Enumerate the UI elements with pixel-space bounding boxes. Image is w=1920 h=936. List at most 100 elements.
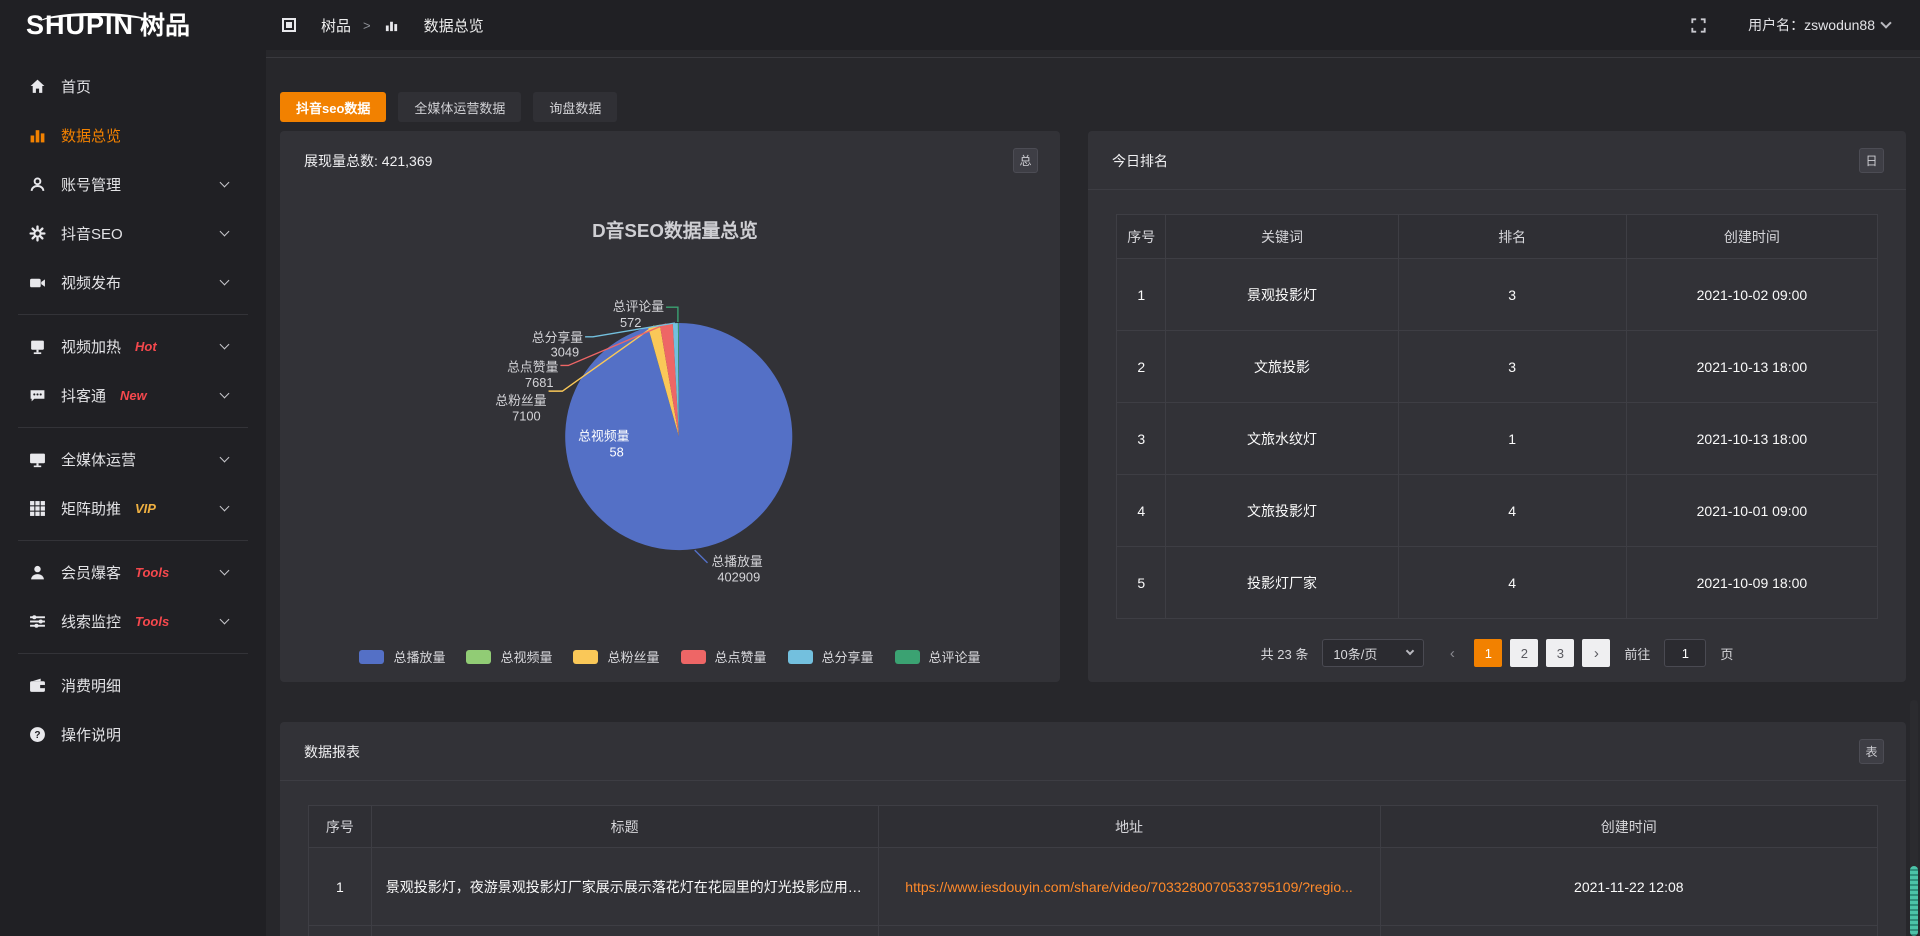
- legend-item[interactable]: 总视频量: [466, 647, 552, 666]
- sidebar-item-douyin-seo[interactable]: 抖音SEO: [0, 209, 266, 258]
- svg-text:总评论量: 总评论量: [613, 299, 664, 314]
- today-ranking-panel: 今日排名 日 序号 关键词 排名 创建时间 1景观投影灯32021-10-02 …: [1088, 131, 1906, 682]
- tab-media-ops-data[interactable]: 全媒体运营数据: [398, 92, 521, 122]
- fullscreen-icon[interactable]: [1689, 16, 1707, 34]
- sidebar-item-home[interactable]: 首页: [0, 62, 266, 111]
- user-menu[interactable]: 用户名：zswodun88: [1748, 15, 1890, 35]
- chart-legend: 总播放量 总视频量 总粉丝量 总点赞量 总分享量 总评论量: [280, 647, 1060, 666]
- ranking-table: 序号 关键词 排名 创建时间 1景观投影灯32021-10-02 09:00 2…: [1116, 214, 1878, 619]
- panel-divider: [1088, 189, 1906, 190]
- user-icon: [28, 176, 46, 194]
- sidebar-item-help[interactable]: ? 操作说明: [0, 710, 266, 759]
- chevron-down-icon: [220, 389, 230, 399]
- goto-page-input[interactable]: [1664, 639, 1706, 667]
- chevron-down-icon: [220, 178, 230, 188]
- breadcrumb-current[interactable]: 数据总览: [424, 15, 484, 36]
- goto-suffix: 页: [1720, 644, 1733, 663]
- table-header-row: 序号 关键词 排名 创建时间: [1117, 215, 1878, 259]
- scrollbar-track[interactable]: [1910, 700, 1918, 936]
- grid-icon: [28, 500, 46, 518]
- page-size-select[interactable]: 10条/页: [1322, 639, 1424, 667]
- legend-swatch: [788, 650, 813, 664]
- breadcrumb-root[interactable]: 树品: [321, 15, 351, 36]
- breadcrumb: 树品 > 数据总览: [280, 15, 484, 36]
- sidebar-divider: [18, 653, 248, 654]
- pagination: 共 23 条 10条/页 ‹ 1 2 3 › 前往 页: [1088, 639, 1906, 667]
- goto-label: 前往: [1624, 644, 1650, 663]
- next-page-button[interactable]: ›: [1582, 639, 1610, 667]
- chevron-down-icon: [220, 227, 230, 237]
- report-table: 序号 标题 地址 创建时间 1 景观投影灯，夜游景观投影灯厂家展示展示落花灯在花…: [308, 805, 1878, 936]
- tools-badge: Tools: [135, 565, 169, 580]
- svg-text:?: ?: [34, 730, 40, 741]
- prev-page-button[interactable]: ‹: [1438, 639, 1466, 667]
- sliders-icon: [28, 613, 46, 631]
- pie-chart[interactable]: D音SEO数据量总览总播放量402909总视频量58总粉丝量7100总点赞量76…: [280, 175, 1060, 627]
- tab-inquiry-data[interactable]: 询盘数据: [533, 92, 617, 122]
- sidebar-divider: [18, 427, 248, 428]
- chevron-down-icon: [1880, 17, 1891, 28]
- sidebar-item-matrix-boost[interactable]: 矩阵助推 VIP: [0, 484, 266, 533]
- sidebar-divider: [18, 540, 248, 541]
- app-square-icon: [280, 16, 298, 34]
- tools-badge: Tools: [135, 614, 169, 629]
- page-button-3[interactable]: 3: [1546, 639, 1574, 667]
- legend-swatch: [573, 650, 598, 664]
- sidebar-item-media-ops[interactable]: 全媒体运营: [0, 435, 266, 484]
- sidebar-item-consumption[interactable]: 消费明细: [0, 661, 266, 710]
- day-toggle-button[interactable]: 日: [1859, 148, 1884, 173]
- svg-text:3049: 3049: [551, 345, 580, 360]
- chevron-down-icon: [220, 566, 230, 576]
- svg-text:总视频量: 总视频量: [578, 428, 629, 443]
- tab-douyin-seo[interactable]: 抖音seo数据: [280, 92, 386, 122]
- table-row: [309, 926, 1878, 936]
- legend-item[interactable]: 总评论量: [895, 647, 981, 666]
- legend-item[interactable]: 总播放量: [359, 647, 445, 666]
- sidebar-item-member-burst[interactable]: 会员爆客 Tools: [0, 548, 266, 597]
- breadcrumb-separator: >: [363, 18, 371, 33]
- table-header-row: 序号 标题 地址 创建时间: [309, 806, 1878, 848]
- legend-swatch: [466, 650, 491, 664]
- sidebar-item-data-overview[interactable]: 数据总览: [0, 111, 266, 160]
- sidebar-item-video-publish[interactable]: 视频发布: [0, 258, 266, 307]
- legend-swatch: [359, 650, 384, 664]
- sidebar-item-doukingtong[interactable]: 抖客通 New: [0, 371, 266, 420]
- chevron-down-icon: [1406, 647, 1414, 655]
- legend-item[interactable]: 总粉丝量: [573, 647, 659, 666]
- total-count: 共 23 条: [1261, 644, 1309, 663]
- legend-swatch: [681, 650, 706, 664]
- legend-item[interactable]: 总分享量: [788, 647, 874, 666]
- table-row: 5投影灯厂家42021-10-09 18:00: [1117, 547, 1878, 619]
- svg-text:总播放量: 总播放量: [711, 554, 762, 569]
- impressions-total: 展现量总数: 421,369: [304, 151, 432, 171]
- sidebar-item-leads-monitor[interactable]: 线索监控 Tools: [0, 597, 266, 646]
- sidebar: 首页 数据总览 账号管理 抖音SEO 视频发布 视频加热 Hot 抖客通 New…: [0, 50, 266, 936]
- table-row: 3文旅水纹灯12021-10-13 18:00: [1117, 403, 1878, 475]
- svg-text:402909: 402909: [717, 570, 760, 585]
- panel-divider: [280, 780, 1906, 781]
- app-logo: SHUPIN 树品: [0, 12, 266, 39]
- new-badge: New: [120, 388, 147, 403]
- chevron-down-icon: [220, 615, 230, 625]
- table-row: 1 景观投影灯，夜游景观投影灯厂家展示展示落花灯在花园里的灯光投影应用效果 # …: [309, 848, 1878, 926]
- logo-text-cn: 树品: [140, 14, 190, 39]
- wallet-icon: [28, 677, 46, 695]
- video-icon: [28, 274, 46, 292]
- chevron-down-icon: [220, 453, 230, 463]
- page-button-2[interactable]: 2: [1510, 639, 1538, 667]
- video-link[interactable]: https://www.iesdouyin.com/share/video/70…: [905, 879, 1353, 895]
- bar-chart-icon: [28, 127, 46, 145]
- page-button-1[interactable]: 1: [1474, 639, 1502, 667]
- sidebar-item-account[interactable]: 账号管理: [0, 160, 266, 209]
- sidebar-item-video-heat[interactable]: 视频加热 Hot: [0, 322, 266, 371]
- table-toggle-button[interactable]: 表: [1859, 739, 1884, 764]
- home-icon: [28, 78, 46, 96]
- vip-badge: VIP: [135, 501, 156, 516]
- chat-icon: [28, 387, 46, 405]
- table-row: 1景观投影灯32021-10-02 09:00: [1117, 259, 1878, 331]
- legend-item[interactable]: 总点赞量: [681, 647, 767, 666]
- scrollbar-thumb[interactable]: [1910, 866, 1918, 936]
- svg-text:572: 572: [620, 315, 641, 330]
- question-icon: ?: [28, 726, 46, 744]
- total-toggle-button[interactable]: 总: [1013, 148, 1038, 173]
